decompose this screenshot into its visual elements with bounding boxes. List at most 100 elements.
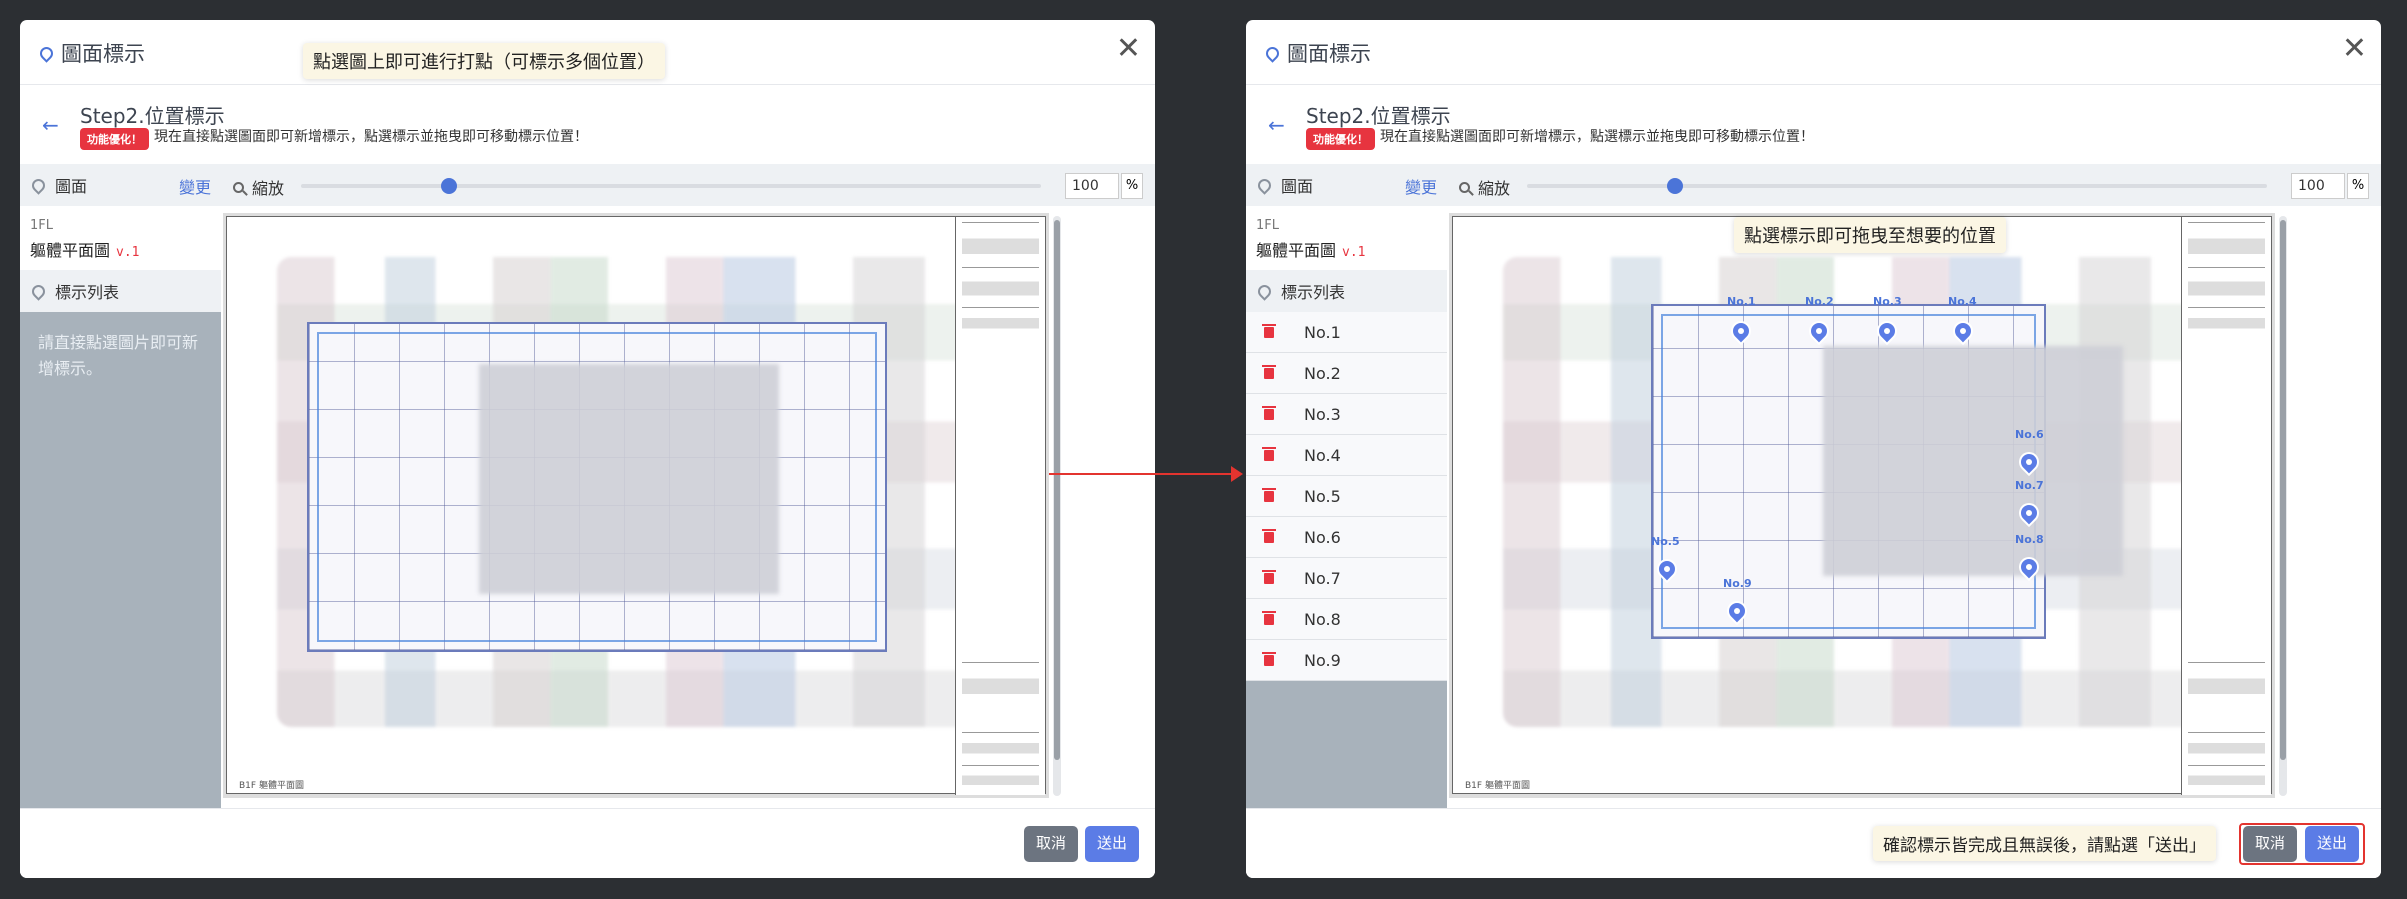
marker-list-item[interactable]: No.4: [1246, 435, 1447, 476]
floor-version: v.1: [1342, 245, 1366, 260]
submit-hint-tooltip: 確認標示皆完成且無誤後，請點選「送出」: [1873, 826, 2216, 861]
dialog-title: 圖面標示: [1263, 38, 1371, 68]
floor-info: 1FL 軀體平面圖 v.1: [1246, 206, 1447, 270]
sidebar: 圖面 變更 1FL 軀體平面圖 v.1 標示列表 No.1 No.2 No.3 N…: [1246, 164, 1447, 808]
marker-name: No.1: [1304, 322, 1341, 342]
marker-name: No.8: [1304, 609, 1341, 629]
zoom-input[interactable]: 100: [2291, 173, 2345, 199]
transition-arrow: [1049, 466, 1243, 482]
send-button[interactable]: 送出: [1084, 826, 1139, 862]
trash-icon[interactable]: [1262, 446, 1276, 461]
floor-version: v.1: [116, 245, 140, 260]
zoom-unit: %: [2347, 173, 2369, 199]
floor-plan-drawing[interactable]: [1651, 304, 2046, 639]
step-title: Step2.位置標示: [80, 104, 225, 128]
zoom-slider-thumb[interactable]: [441, 178, 457, 194]
drawing-sheet[interactable]: No.1 No.2 No.3 No.4 No.5 No.6 No.7 No.8 …: [1452, 216, 2272, 795]
step-title: Step2.位置標示: [1306, 104, 1451, 128]
change-plan-link[interactable]: 變更: [179, 174, 211, 198]
floor-plan-canvas[interactable]: B1F 軀體平面圖: [223, 213, 1049, 798]
trash-icon[interactable]: [1262, 323, 1276, 338]
marker-list-label: 標示列表: [55, 283, 120, 302]
zoom-slider-thumb[interactable]: [1667, 178, 1683, 194]
floor-plan-dialog-after: 圖面標示 ✕ ← Step2.位置標示 功能優化！ 現在直接點選圖面即可新增標示…: [1246, 20, 2381, 878]
marker-list-header: 標示列表: [20, 270, 221, 312]
floor-name-row: 軀體平面圖 v.1: [1256, 237, 1437, 261]
marker-list-item[interactable]: No.1: [1246, 312, 1447, 353]
vertical-scrollbar[interactable]: [1053, 216, 1061, 796]
zoom-toolbar: 縮放 100 %: [221, 164, 1155, 206]
vertical-scrollbar[interactable]: [2279, 216, 2287, 796]
empty-list-message: 請直接點選圖片即可新增標示。: [38, 333, 199, 378]
plan-header-label: 圖面: [1281, 177, 1314, 196]
cancel-button[interactable]: 取消: [2242, 826, 2297, 862]
back-arrow-icon[interactable]: ←: [42, 113, 59, 137]
zoom-unit: %: [1121, 173, 1143, 199]
change-plan-link[interactable]: 變更: [1405, 174, 1437, 198]
marker-label: No.5: [1651, 535, 1680, 548]
feature-badge: 功能優化！: [80, 128, 149, 150]
location-pin-icon: [37, 43, 56, 63]
marker-name: No.9: [1304, 650, 1341, 670]
zoom-label-text: 縮放: [252, 179, 285, 198]
feature-notice: 現在直接點選圖面即可新增標示，點選標示並拖曳即可移動標示位置！: [1380, 129, 1814, 145]
floor-name-row: 軀體平面圖 v.1: [30, 237, 211, 261]
marker-name: No.3: [1304, 404, 1341, 424]
marker-label: No.8: [2015, 533, 2044, 546]
trash-icon[interactable]: [1262, 610, 1276, 625]
location-pin-icon: [1255, 175, 1274, 195]
plan-header-label: 圖面: [55, 177, 88, 196]
zoom-slider[interactable]: [301, 178, 1041, 194]
floor-level: 1FL: [30, 218, 53, 233]
marker-name: No.6: [1304, 527, 1341, 547]
back-arrow-icon[interactable]: ←: [1268, 113, 1285, 137]
location-pin-icon: [1255, 281, 1274, 301]
close-icon[interactable]: ✕: [2342, 34, 2367, 64]
floor-plan-canvas[interactable]: No.1 No.2 No.3 No.4 No.5 No.6 No.7 No.8 …: [1449, 213, 2275, 798]
marker-list-label: 標示列表: [1281, 283, 1346, 302]
plan-section-header: 圖面 變更: [1246, 164, 1447, 206]
trash-icon[interactable]: [1262, 528, 1276, 543]
sidebar: 圖面 變更 1FL 軀體平面圖 v.1 標示列表 請直接點選圖片即可新增標示。: [20, 164, 221, 808]
marker-label: No.2: [1805, 295, 1834, 308]
location-pin-icon: [29, 281, 48, 301]
zoom-label: 縮放: [1459, 175, 1510, 199]
marker-name: No.7: [1304, 568, 1341, 588]
zoom-label: 縮放: [233, 175, 284, 199]
title-block: [955, 217, 1045, 795]
floor-name: 軀體平面圖: [1256, 241, 1337, 260]
drawing-sheet[interactable]: B1F 軀體平面圖: [226, 216, 1046, 795]
trash-icon[interactable]: [1262, 487, 1276, 502]
marker-list-item[interactable]: No.2: [1246, 353, 1447, 394]
dialog-footer: 取消 送出: [20, 808, 1155, 878]
marker-list-item[interactable]: No.3: [1246, 394, 1447, 435]
trash-icon[interactable]: [1262, 364, 1276, 379]
marker-list-header: 標示列表: [1246, 270, 1447, 312]
marker-label: No.9: [1723, 577, 1752, 590]
cancel-button[interactable]: 取消: [1023, 826, 1078, 862]
floor-plan-drawing[interactable]: [307, 322, 887, 652]
zoom-input[interactable]: 100: [1065, 173, 1119, 199]
marker-label: No.7: [2015, 479, 2044, 492]
marker-list-item[interactable]: No.5: [1246, 476, 1447, 517]
send-button[interactable]: 送出: [2304, 826, 2359, 862]
trash-icon[interactable]: [1262, 651, 1276, 666]
zoom-slider[interactable]: [1527, 178, 2267, 194]
marker-list-item[interactable]: No.7: [1246, 558, 1447, 599]
trash-icon[interactable]: [1262, 405, 1276, 420]
dialog-title: 圖面標示: [37, 38, 145, 68]
floor-level: 1FL: [1256, 218, 1279, 233]
dialog-footer: 確認標示皆完成且無誤後，請點選「送出」 取消 送出: [1246, 808, 2381, 878]
marker-list-item[interactable]: No.6: [1246, 517, 1447, 558]
zoom-toolbar: 縮放 100 %: [1447, 164, 2381, 206]
trash-icon[interactable]: [1262, 569, 1276, 584]
search-icon: [1459, 181, 1470, 193]
dialog-header: 圖面標示 ✕: [1246, 20, 2381, 85]
location-pin-icon: [29, 175, 48, 195]
marker-list-item[interactable]: No.8: [1246, 599, 1447, 640]
plan-section-header: 圖面 變更: [20, 164, 221, 206]
marker-list-item[interactable]: No.9: [1246, 640, 1447, 681]
sheet-label: B1F 軀體平面圖: [1465, 781, 1530, 791]
floor-name: 軀體平面圖: [30, 241, 111, 260]
close-icon[interactable]: ✕: [1116, 34, 1141, 64]
